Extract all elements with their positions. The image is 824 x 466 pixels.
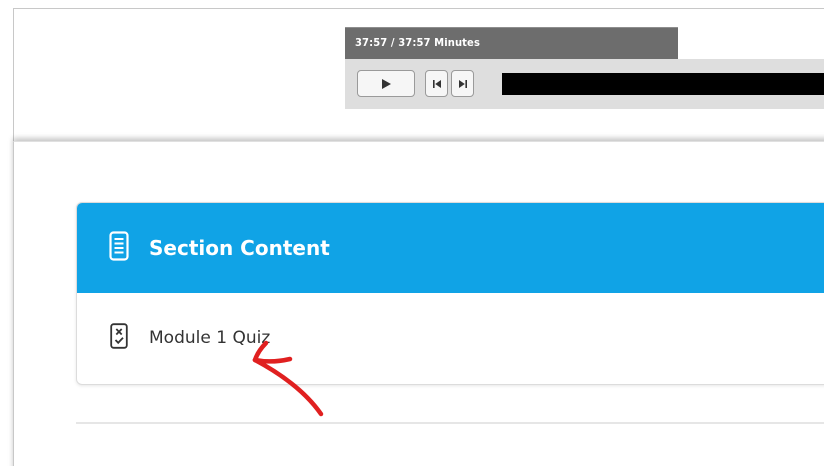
list-item-module-quiz[interactable]: Module 1 Quiz — [77, 293, 824, 384]
quiz-checklist-icon — [110, 323, 128, 349]
next-button[interactable] — [451, 70, 474, 97]
section-title: Section Content — [149, 236, 330, 260]
document-list-icon — [109, 231, 129, 261]
play-button[interactable] — [357, 70, 415, 97]
media-player: 37:57 / 37:57 Minutes — [345, 27, 824, 118]
progress-bar[interactable] — [502, 73, 824, 95]
previous-button[interactable] — [425, 70, 448, 97]
skip-forward-icon — [458, 79, 467, 88]
player-controls — [345, 59, 824, 109]
item-label[interactable]: Module 1 Quiz — [149, 327, 270, 349]
section-content-card: Section Content Module 1 Quiz — [76, 202, 824, 385]
screenshot-stage: 37:57 / 37:57 Minutes Section Content Mo… — [0, 0, 824, 466]
skip-back-icon — [432, 79, 441, 88]
time-display: 37:57 / 37:57 Minutes — [345, 27, 678, 60]
section-divider — [76, 422, 824, 424]
card-header: Section Content — [77, 203, 824, 293]
media-window: 37:57 / 37:57 Minutes — [13, 8, 824, 158]
course-window: Section Content Module 1 Quiz — [13, 141, 824, 466]
play-icon — [382, 78, 391, 89]
